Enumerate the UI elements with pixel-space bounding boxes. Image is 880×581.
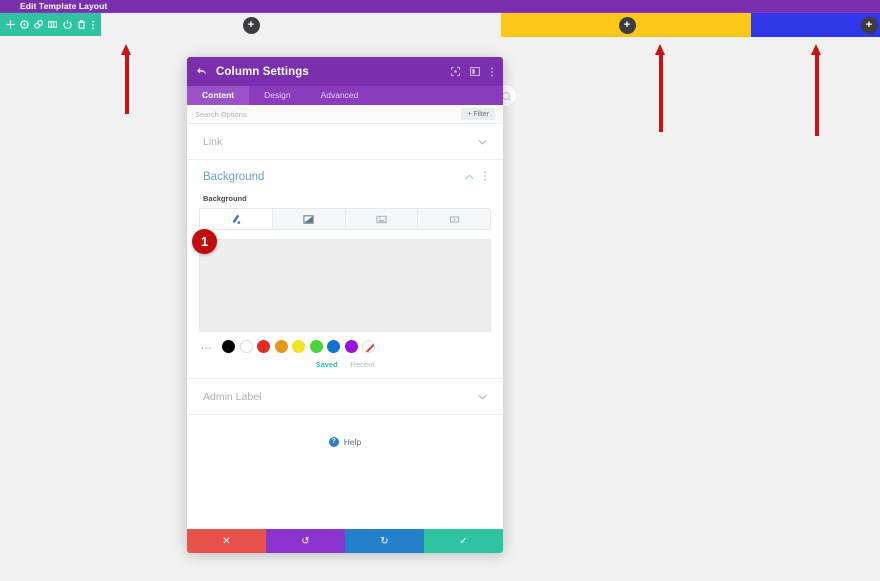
annotation-arrow-middle <box>655 44 666 132</box>
tab-advanced[interactable]: Advanced <box>306 86 374 105</box>
undo-button[interactable]: ↺ <box>266 529 345 553</box>
section-admin-label[interactable]: Admin Label <box>187 379 503 415</box>
background-gradient-tab[interactable] <box>272 209 346 229</box>
dock-panel-icon[interactable] <box>470 67 480 76</box>
swatch-orange[interactable] <box>274 340 288 353</box>
add-module-button-gray[interactable]: + <box>242 16 260 34</box>
move-icon[interactable] <box>6 20 15 29</box>
color-swatch-row: ... <box>187 332 503 353</box>
step-badge-1: 1 <box>192 229 217 254</box>
background-color-tab[interactable] <box>200 209 273 229</box>
module-toolbar[interactable] <box>0 13 101 36</box>
palette-tab-recent[interactable]: Recent <box>351 360 375 369</box>
column-settings-modal: Column Settings Content Design Advanced … <box>187 57 503 553</box>
search-input[interactable]: Search Options <box>195 110 461 119</box>
arrow-shaft <box>124 53 129 114</box>
annotation-arrow-right <box>811 44 822 136</box>
swatch-green[interactable] <box>309 340 323 353</box>
admin-bar: Edit Template Layout <box>0 0 880 12</box>
back-arrow-icon[interactable] <box>196 66 207 78</box>
section-admin-label-text: Admin Label <box>203 390 262 403</box>
duplicate-icon[interactable] <box>34 20 44 29</box>
chevron-down-icon[interactable] <box>478 392 487 402</box>
question-mark-icon: ? <box>328 437 339 447</box>
modal-tabs: Content Design Advanced <box>187 86 503 105</box>
swatch-purple[interactable] <box>344 340 358 353</box>
modal-body: Link Background Background ... Saved Rec… <box>187 124 503 529</box>
filter-button[interactable]: + Filter <box>461 108 495 120</box>
cancel-button[interactable]: ✕ <box>187 529 266 553</box>
swatch-yellow[interactable] <box>292 340 306 353</box>
modal-header: Column Settings <box>187 57 503 86</box>
swatch-red[interactable] <box>257 340 271 353</box>
tab-design[interactable]: Design <box>249 86 305 105</box>
swatch-white[interactable] <box>239 340 253 353</box>
section-background-header[interactable]: Background <box>187 160 503 194</box>
help-label: Help <box>343 437 362 447</box>
modal-footer: ✕ ↺ ↻ ✓ <box>187 529 503 553</box>
screen-root: Edit Template Layout + + + Column Settin… <box>0 0 880 581</box>
swatch-blue[interactable] <box>327 340 341 353</box>
section-link[interactable]: Link <box>187 124 503 160</box>
arrow-shaft <box>814 53 819 136</box>
background-image-tab[interactable] <box>345 209 419 229</box>
columns-icon[interactable] <box>48 20 58 29</box>
power-icon[interactable] <box>63 20 72 29</box>
gear-icon[interactable] <box>20 20 29 29</box>
expand-icon[interactable] <box>451 67 460 76</box>
palette-tabs: Saved Recent <box>187 353 503 378</box>
redo-button[interactable]: ↻ <box>345 529 424 553</box>
more-vertical-icon[interactable] <box>490 67 494 77</box>
background-video-tab[interactable] <box>418 209 490 229</box>
search-bar: Search Options + Filter <box>187 105 503 124</box>
tab-content[interactable]: Content <box>187 86 250 105</box>
section-background-title: Background <box>203 171 265 183</box>
chevron-up-icon[interactable] <box>465 172 474 182</box>
admin-bar-title: Edit Template Layout <box>20 1 108 11</box>
color-picker-area[interactable] <box>199 239 491 332</box>
arrow-shaft <box>658 53 663 132</box>
swatch-black[interactable] <box>222 340 236 353</box>
save-button[interactable]: ✓ <box>424 529 503 553</box>
trash-icon[interactable] <box>77 20 86 29</box>
background-type-tabs <box>199 208 491 230</box>
modal-title: Column Settings <box>216 65 309 78</box>
section-link-label: Link <box>203 135 223 148</box>
annotation-arrow-left <box>121 44 132 114</box>
background-field-label: Background <box>203 194 247 203</box>
help-link[interactable]: ? Help <box>187 415 503 447</box>
more-vertical-icon[interactable] <box>483 171 487 183</box>
more-colors-button[interactable]: ... <box>201 341 212 352</box>
add-module-button-yellow[interactable]: + <box>618 16 636 34</box>
swatch-transparent[interactable] <box>362 340 376 353</box>
filter-label: Filter <box>473 110 489 118</box>
chevron-down-icon[interactable] <box>478 137 487 147</box>
more-vertical-icon[interactable] <box>91 20 95 30</box>
add-module-button-blue[interactable]: + <box>860 16 878 34</box>
builder-row-strip: + + + <box>0 12 880 37</box>
palette-tab-saved[interactable]: Saved <box>316 360 338 369</box>
